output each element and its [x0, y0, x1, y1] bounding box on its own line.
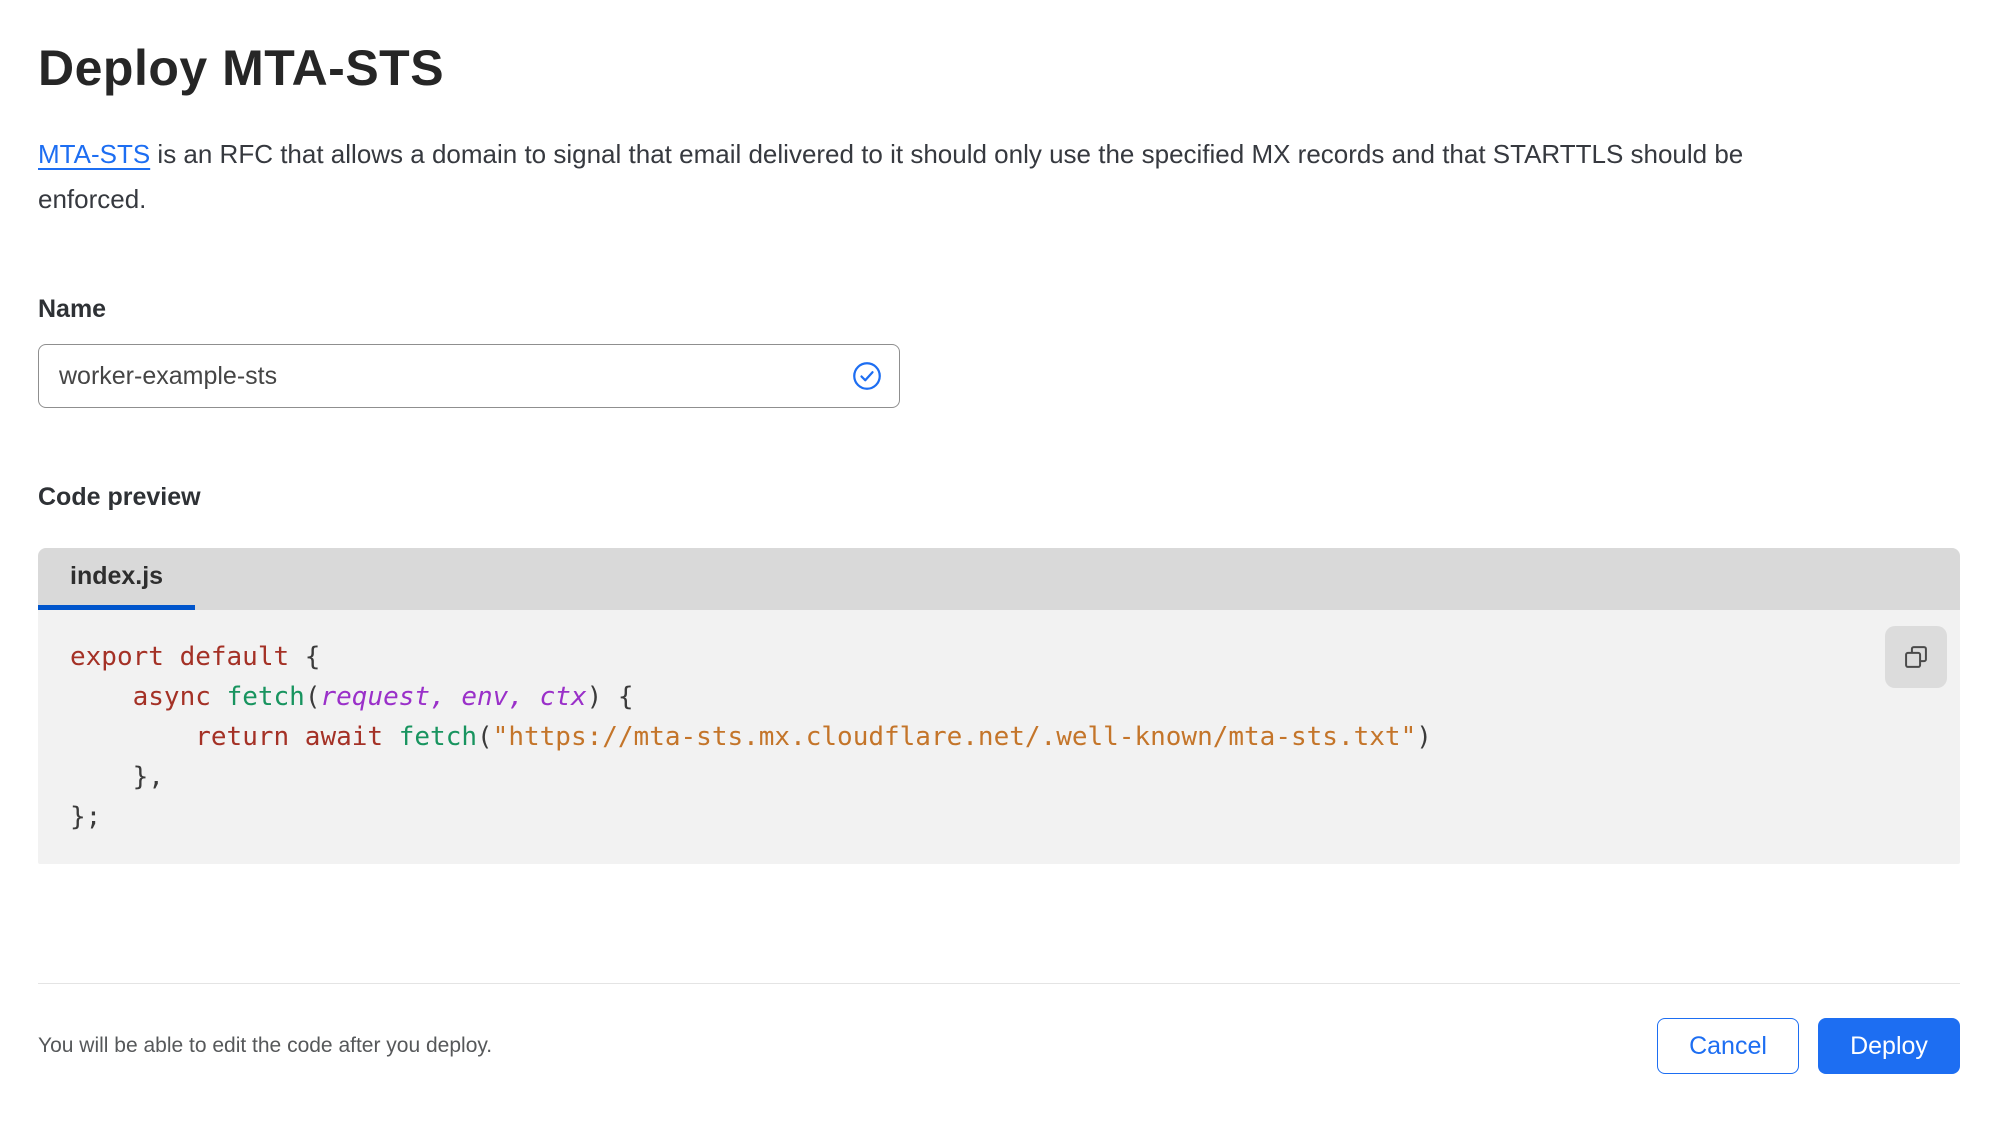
code-line: };: [70, 802, 102, 832]
code-line: return await fetch("https://mta-sts.mx.c…: [195, 722, 1432, 752]
code-preview-heading: Code preview: [38, 483, 201, 511]
code-tabbar: index.js: [38, 548, 1960, 610]
name-input[interactable]: [38, 344, 900, 408]
name-input-wrap: [38, 344, 900, 408]
page-title: Deploy MTA-STS: [38, 40, 445, 96]
name-label: Name: [38, 295, 107, 323]
copy-code-button[interactable]: [1885, 626, 1947, 688]
footer-buttons: Cancel Deploy: [1657, 1018, 1960, 1074]
intro-text: is an RFC that allows a domain to signal…: [38, 139, 1744, 214]
code-line: async fetch(request, env, ctx) {: [132, 682, 634, 712]
intro-paragraph: MTA-STS is an RFC that allows a domain t…: [38, 132, 1818, 222]
cancel-button[interactable]: Cancel: [1657, 1018, 1799, 1074]
code-preview-block: index.js export default { async fetch(re…: [38, 548, 1960, 864]
footer-divider: [38, 983, 1960, 984]
tab-index-js[interactable]: index.js: [38, 548, 196, 610]
mta-sts-link[interactable]: MTA-STS: [38, 139, 150, 169]
code-line: export default {: [70, 642, 321, 672]
deploy-button[interactable]: Deploy: [1818, 1018, 1960, 1074]
deploy-mta-sts-page: Deploy MTA-STS MTA-STS is an RFC that al…: [0, 0, 1999, 1074]
footer-note: You will be able to edit the code after …: [38, 1034, 493, 1057]
code-content: export default { async fetch(request, en…: [70, 637, 1960, 837]
copy-icon: [1905, 646, 1927, 668]
tab-label: index.js: [70, 562, 164, 590]
code-editor: export default { async fetch(request, en…: [38, 610, 1960, 864]
footer: You will be able to edit the code after …: [38, 1018, 1960, 1074]
check-circle-icon: [853, 362, 881, 390]
code-line: },: [70, 762, 164, 792]
